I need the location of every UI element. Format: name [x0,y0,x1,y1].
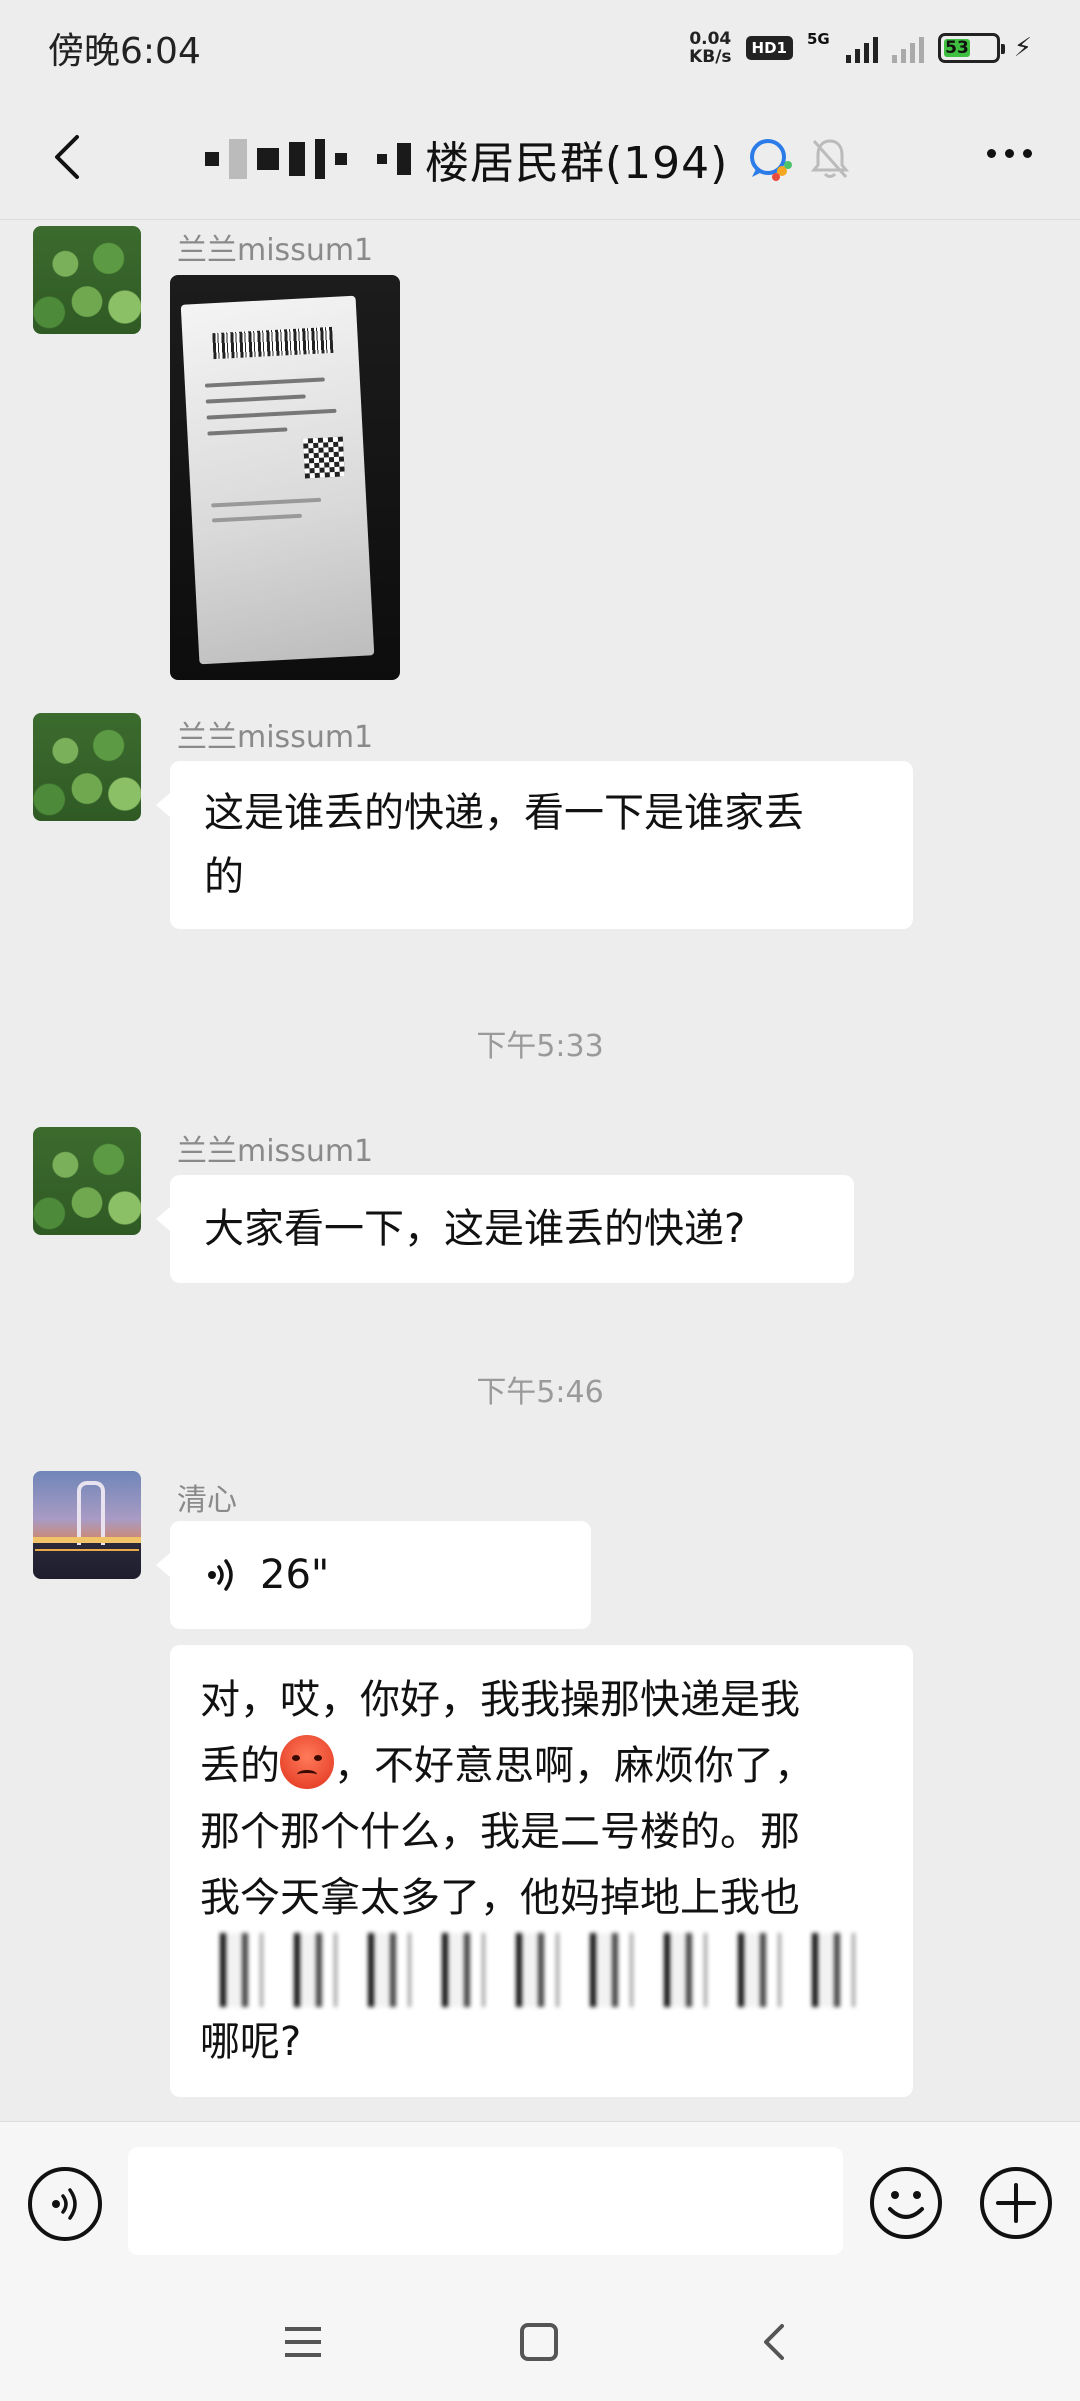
message-list[interactable]: 兰兰missum1 兰兰missum1 这是谁丢的快递，看一下是谁家丢 的 下午… [0,221,1080,2121]
transcript-line: 对，哎，你好，我我操那快递是我 [200,1677,800,1723]
status-indicators: 0.04 KB/s HD1 5G 53 ⚡ [689,30,1032,66]
network-speed: 0.04 KB/s [689,30,731,66]
back-icon[interactable] [748,2317,798,2367]
redacted-name-mask [205,139,411,179]
message-text-line: 这是谁丢的快递，看一下是谁家丢 [204,790,804,836]
angry-face-emoji-icon [280,1735,334,1789]
timestamp-divider: 下午5:33 [476,1029,604,1064]
charging-icon: ⚡ [1013,32,1032,63]
signal-strength-icon [845,33,878,63]
package-label-image [180,295,375,665]
transcript-text: ，不好意思啊，麻烦你了， [334,1743,814,1789]
back-arrow-icon[interactable] [40,131,92,183]
message-text-line: 大家看一下，这是谁丢的快递? [204,1206,746,1252]
chat-header: 楼居民群(194) [0,95,1080,220]
system-navigation-bar [0,2281,1080,2401]
message-text-line: 的 [204,854,244,900]
sender-name: 兰兰missum1 [177,720,374,755]
sender-avatar[interactable] [33,713,141,821]
transcript-line: 丢的 ，不好意思啊，麻烦你了， [200,1733,883,1799]
voice-message-bubble[interactable]: 26" [156,1521,591,1629]
transcript-line: 哪呢? [200,2019,302,2065]
message-bubble[interactable]: 这是谁丢的快递，看一下是谁家丢 的 [156,761,913,929]
voice-input-icon[interactable] [28,2167,102,2241]
status-time: 傍晚6:04 [48,30,201,72]
network-speed-unit: KB/s [689,46,732,67]
message-input-bar [0,2121,1080,2281]
message-input[interactable] [128,2147,843,2255]
package-photo-message[interactable] [170,275,400,680]
menu-icon[interactable] [278,2317,328,2367]
plus-icon[interactable] [978,2165,1054,2241]
transcript-line: 那个那个什么，我是二号楼的。那 [200,1809,800,1855]
voice-playback-icon [208,1559,233,1591]
sender-avatar[interactable] [33,226,141,334]
network-speed-value: 0.04 [689,28,732,49]
message-bubble[interactable]: 大家看一下，这是谁丢的快递? [156,1175,854,1283]
signal-strength-secondary-icon [891,33,924,63]
network-type-label: 5G [806,29,830,48]
home-icon[interactable] [514,2317,564,2367]
voice-transcript-bubble[interactable]: 对，哎，你好，我我操那快递是我 丢的 ，不好意思啊，麻烦你了， 那个那个什么，我是… [170,1645,913,2097]
sender-name: 兰兰missum1 [177,1134,374,1169]
sender-name: 清心 [177,1483,237,1518]
more-dots-icon[interactable] [987,149,1032,158]
transcript-text: 丢的 [200,1743,280,1789]
hd-badge: HD1 [745,35,793,60]
transcript-line: 我今天拿太多了，他妈掉地上我也 [200,1875,800,1921]
battery-level: 53 [943,37,971,58]
redacted-text-blur [200,1933,883,2007]
emoji-icon[interactable] [868,2165,944,2241]
voice-duration: 26" [260,1552,330,1598]
chat-title-group[interactable]: 楼居民群(194) [205,127,852,191]
timestamp-divider: 下午5:46 [476,1375,604,1410]
sender-avatar[interactable] [33,1471,141,1579]
chat-title: 楼居民群(194) [425,138,729,189]
sender-avatar[interactable] [33,1127,141,1235]
battery-icon: 53 [937,32,1005,63]
sender-name: 兰兰missum1 [177,233,374,268]
bell-muted-icon [811,139,850,178]
status-bar: 傍晚6:04 0.04 KB/s HD1 5G 53 ⚡ [0,0,1080,95]
wecom-icon [750,139,793,181]
